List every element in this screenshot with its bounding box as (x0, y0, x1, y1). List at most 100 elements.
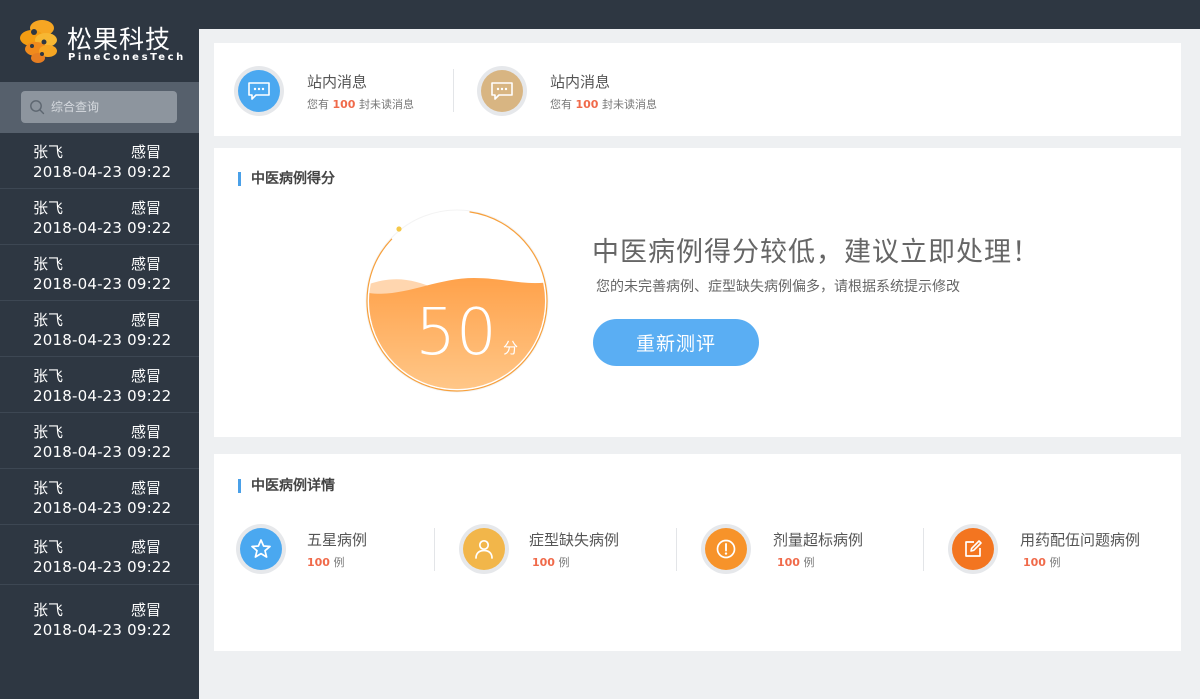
detail-title: 用药配伍问题病例 (1020, 531, 1141, 549)
patient-visit-time: 2018-04-23 09:22 (33, 387, 172, 405)
patient-name: 张飞 (33, 601, 64, 619)
detail-count-value: 100 (777, 556, 800, 569)
re-evaluate-button[interactable]: 重新测评 (593, 319, 759, 366)
message-title: 站内消息 (550, 73, 611, 91)
score-gauge: 50 分 (365, 209, 549, 393)
detail-count-value: 100 (532, 556, 555, 569)
search-box[interactable] (21, 91, 177, 123)
patient-visit-time: 2018-04-23 09:22 (33, 219, 172, 237)
patient-name: 张飞 (33, 311, 64, 329)
detail-item-missing-pattern[interactable]: 症型缺失病例 100 例 (459, 524, 679, 576)
score-value: 50 (415, 296, 496, 370)
detail-count-value: 100 (1023, 556, 1046, 569)
patient-diagnosis: 感冒 (131, 479, 162, 497)
message-item-1[interactable]: 站内消息 您有 100 封未读消息 (214, 43, 454, 136)
patient-list-item[interactable]: 张飞 感冒 2018-04-23 09:22 (0, 413, 199, 469)
score-headline: 中医病例得分较低，建议立即处理！ (592, 237, 1040, 268)
search-input[interactable] (51, 91, 171, 123)
star-icon (240, 528, 282, 570)
detail-icon-ring (701, 524, 751, 574)
search-icon[interactable] (29, 99, 45, 115)
message-icon-ring (477, 66, 527, 116)
detail-section-title: 中医病例详情 (238, 479, 335, 493)
patient-visit-time: 2018-04-23 09:22 (33, 163, 172, 181)
patient-name: 张飞 (33, 255, 64, 273)
divider (434, 528, 435, 571)
divider (453, 69, 454, 112)
search-area (0, 82, 199, 133)
message-summary: 您有 100 封未读消息 (550, 96, 657, 112)
sidebar: 松果科技 PineConesTech 张飞 感冒 2018-04-23 09:2… (0, 0, 199, 699)
score-card: 中医病例得分 50 分 中医病例得分较低，建议立即处理！ 您的未完善病例、症型缺… (214, 148, 1181, 437)
patient-diagnosis: 感冒 (131, 367, 162, 385)
message-suffix: 封未读消息 (601, 98, 657, 111)
patient-diagnosis: 感冒 (131, 255, 162, 273)
brand-name: 松果科技 (67, 25, 172, 54)
patient-diagnosis: 感冒 (131, 199, 162, 217)
patient-list: 张飞 感冒 2018-04-23 09:22 张飞 感冒 2018-04-23 … (0, 133, 199, 645)
patient-diagnosis: 感冒 (131, 143, 162, 161)
message-item-2[interactable]: 站内消息 您有 100 封未读消息 (457, 43, 697, 136)
unread-count: 100 (332, 98, 356, 111)
patient-diagnosis: 感冒 (131, 311, 162, 329)
patient-list-item[interactable]: 张飞 感冒 2018-04-23 09:22 (0, 585, 199, 645)
brand-logo[interactable]: 松果科技 PineConesTech (0, 0, 199, 82)
patient-list-item[interactable]: 张飞 感冒 2018-04-23 09:22 (0, 469, 199, 525)
patient-list-item[interactable]: 张飞 感冒 2018-04-23 09:22 (0, 357, 199, 413)
message-prefix: 您有 (550, 98, 572, 111)
gauge-marker-dot (396, 226, 402, 232)
message-title: 站内消息 (307, 73, 368, 91)
patient-name: 张飞 (33, 199, 64, 217)
score-section-title: 中医病例得分 (238, 172, 335, 186)
detail-item-compatibility[interactable]: 用药配伍问题病例 100 例 (948, 524, 1173, 576)
edit-icon (952, 528, 994, 570)
patient-list-item[interactable]: 张飞 感冒 2018-04-23 09:22 (0, 133, 199, 189)
person-icon (463, 528, 505, 570)
detail-count-unit: 例 (1049, 556, 1061, 569)
patient-name: 张飞 (33, 538, 64, 556)
message-icon-ring (234, 66, 284, 116)
patient-name: 张飞 (33, 423, 64, 441)
detail-item-five-star[interactable]: 五星病例 100 例 (236, 524, 436, 576)
unread-count: 100 (575, 98, 599, 111)
detail-count: 100 例 (307, 554, 344, 570)
patient-list-item[interactable]: 张飞 感冒 2018-04-23 09:22 (0, 301, 199, 357)
detail-card: 中医病例详情 五星病例 100 例 症型缺失病例 100 例 剂量超标病例 10… (214, 454, 1181, 651)
chat-bubble-icon (238, 70, 280, 112)
detail-title: 症型缺失病例 (529, 531, 620, 549)
patient-diagnosis: 感冒 (131, 601, 162, 619)
messages-card: 站内消息 您有 100 封未读消息 站内消息 您有 100 封未读消息 (214, 43, 1181, 136)
score-unit: 分 (503, 339, 518, 357)
patient-visit-time: 2018-04-23 09:22 (33, 621, 172, 639)
brand-subtitle: PineConesTech (68, 52, 186, 63)
detail-count: 100 例 (1023, 554, 1060, 570)
detail-count-unit: 例 (333, 556, 345, 569)
message-summary: 您有 100 封未读消息 (307, 96, 414, 112)
detail-icon-ring (236, 524, 286, 574)
patient-diagnosis: 感冒 (131, 423, 162, 441)
message-prefix: 您有 (307, 98, 329, 111)
patient-diagnosis: 感冒 (131, 538, 162, 556)
patient-list-item[interactable]: 张飞 感冒 2018-04-23 09:22 (0, 245, 199, 301)
message-suffix: 封未读消息 (358, 98, 414, 111)
chat-bubble-icon (481, 70, 523, 112)
detail-icon-ring (459, 524, 509, 574)
detail-count-value: 100 (307, 556, 330, 569)
patient-visit-time: 2018-04-23 09:22 (33, 443, 172, 461)
patient-name: 张飞 (33, 143, 64, 161)
patient-list-item[interactable]: 张飞 感冒 2018-04-23 09:22 (0, 189, 199, 245)
patient-list-item[interactable]: 张飞 感冒 2018-04-23 09:22 (0, 525, 199, 585)
detail-item-overdose[interactable]: 剂量超标病例 100 例 (701, 524, 921, 576)
detail-title: 五星病例 (307, 531, 368, 549)
exclamation-icon (705, 528, 747, 570)
detail-icon-ring (948, 524, 998, 574)
patient-visit-time: 2018-04-23 09:22 (33, 275, 172, 293)
patient-name: 张飞 (33, 367, 64, 385)
score-description: 您的未完善病例、症型缺失病例偏多，请根据系统提示修改 (596, 279, 960, 295)
detail-title: 剂量超标病例 (773, 531, 864, 549)
patient-visit-time: 2018-04-23 09:22 (33, 499, 172, 517)
divider (676, 528, 677, 571)
detail-count-unit: 例 (558, 556, 570, 569)
pinecone-logo-icon (20, 20, 57, 63)
detail-count: 100 例 (777, 554, 814, 570)
